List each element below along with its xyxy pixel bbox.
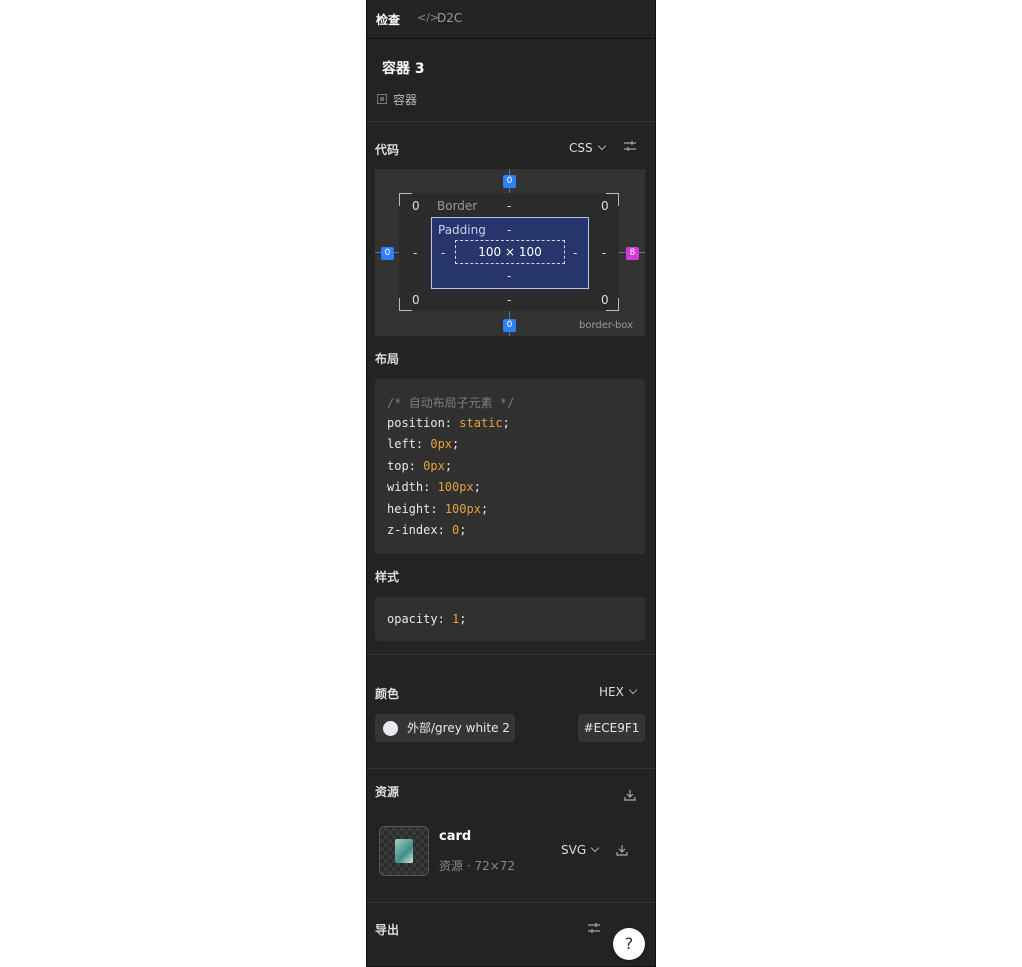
margin-right-badge: 8: [626, 247, 639, 260]
color-value: #ECE9F1: [583, 721, 640, 735]
export-section-title: 导出: [375, 923, 400, 937]
border-top-right-value: 0: [601, 199, 609, 213]
chevron-down-icon: [628, 685, 638, 695]
content-size: 100 × 100: [455, 240, 565, 264]
border-bottom-left-value: 0: [412, 293, 420, 307]
padding-left-value: -: [441, 246, 446, 260]
code-line: height: 100px;: [387, 502, 489, 516]
color-format-dropdown[interactable]: HEX: [599, 685, 638, 699]
asset-download-icon[interactable]: [615, 843, 629, 860]
style-code-block[interactable]: opacity: 1;: [375, 597, 645, 641]
divider: [367, 121, 655, 122]
border-left-value: -: [413, 246, 418, 260]
divider: [367, 768, 655, 769]
code-icon: </>: [417, 11, 440, 24]
language-dropdown[interactable]: CSS: [569, 141, 606, 155]
help-button[interactable]: ?: [613, 928, 645, 960]
color-format-value: HEX: [599, 685, 624, 699]
padding-top-value: -: [507, 223, 512, 237]
assets-section-title: 资源: [375, 785, 400, 799]
code-line: z-index: 0;: [387, 523, 467, 537]
inspector-panel: 检查 </> D2C 容器 3 容器 代码 CSS 0 Border - 0 -…: [367, 0, 655, 966]
asset-format-dropdown[interactable]: SVG: [561, 843, 600, 857]
border-top-value: -: [507, 199, 512, 213]
layout-section-title: 布局: [375, 352, 400, 366]
export-settings-icon[interactable]: [587, 921, 601, 938]
code-line: width: 100px;: [387, 480, 481, 494]
layout-code-block[interactable]: /* 自动布局子元素 */ position: static; left: 0p…: [375, 379, 645, 554]
color-section-title: 颜色: [375, 687, 400, 701]
layer-type: 容器: [393, 93, 418, 107]
asset-name: card: [439, 829, 472, 844]
border-top-left-value: 0: [412, 199, 420, 213]
asset-meta: 资源 · 72×72: [439, 859, 516, 873]
color-name-chip[interactable]: 外部/grey white 2: [375, 714, 515, 742]
code-line: position: static;: [387, 416, 510, 430]
phone-image-icon: [395, 839, 413, 863]
square-icon: [377, 94, 387, 104]
color-swatch: [383, 721, 398, 736]
tab-d2c[interactable]: D2C: [437, 11, 462, 25]
language-value: CSS: [569, 141, 593, 155]
code-line: opacity: 1;: [387, 612, 467, 626]
tab-bar: 检查 </> D2C: [367, 0, 655, 39]
code-line: top: 0px;: [387, 459, 453, 473]
color-name: 外部/grey white 2: [407, 721, 510, 735]
box-sizing-label: border-box: [579, 320, 634, 331]
border-bottom-value: -: [507, 293, 512, 307]
box-model: 0 Border - 0 - - 0 - 0 Padding - - - - 1…: [375, 169, 645, 336]
code-line: left: 0px;: [387, 437, 460, 451]
tab-inspect[interactable]: 检查: [376, 11, 400, 28]
padding-bottom-value: -: [507, 269, 512, 283]
margin-left-badge: 0: [381, 247, 394, 260]
border-bottom-right-value: 0: [601, 293, 609, 307]
style-section-title: 样式: [375, 570, 400, 584]
chevron-down-icon: [590, 843, 600, 853]
layer-title: 容器 3: [382, 61, 425, 77]
chevron-down-icon: [597, 141, 606, 151]
code-section-title: 代码: [375, 143, 400, 157]
divider: [367, 902, 655, 903]
asset-format-value: SVG: [561, 843, 587, 857]
divider: [367, 654, 655, 655]
padding-right-value: -: [573, 246, 578, 260]
margin-bottom-badge: 0: [503, 319, 516, 332]
asset-thumbnail[interactable]: [379, 826, 429, 876]
sliders-icon[interactable]: [623, 139, 637, 156]
margin-top-badge: 0: [503, 175, 516, 188]
border-right-value: -: [602, 246, 607, 260]
border-label: Border: [437, 199, 478, 213]
layout-comment: /* 自动布局子元素 */: [387, 396, 515, 410]
padding-label: Padding: [438, 223, 486, 237]
color-value-chip[interactable]: #ECE9F1: [578, 714, 645, 742]
download-icon[interactable]: [623, 788, 637, 805]
